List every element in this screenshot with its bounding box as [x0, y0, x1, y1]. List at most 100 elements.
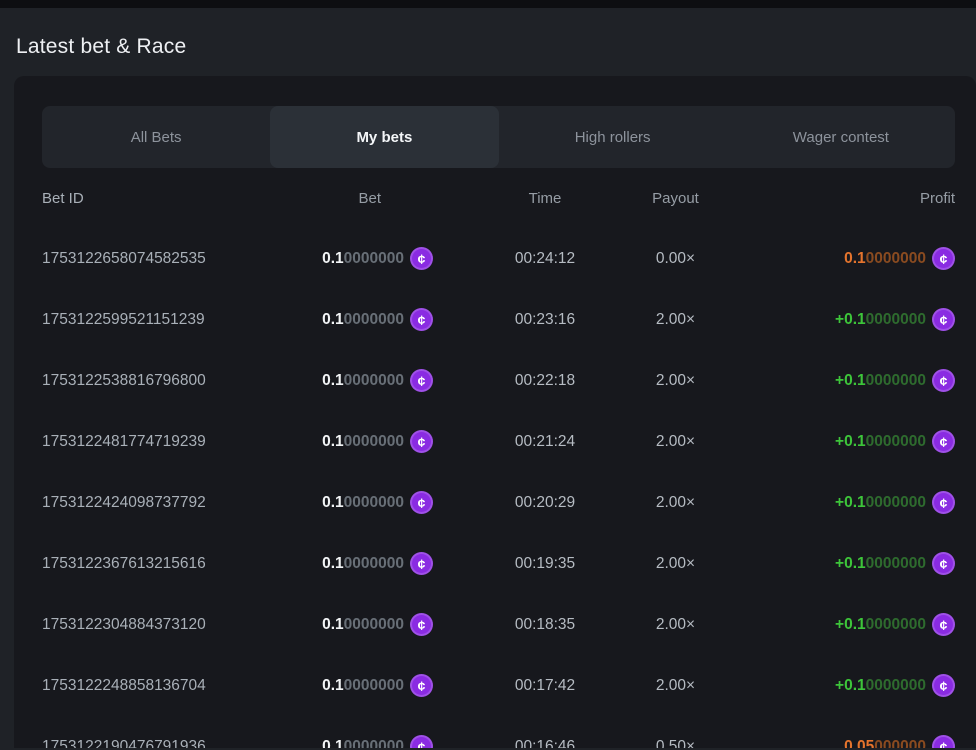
tab-wager-contest[interactable]: Wager contest [727, 106, 955, 168]
coin-icon: ¢ [932, 491, 955, 514]
bets-tab-bar: All Bets My bets High rollers Wager contest [42, 106, 955, 168]
bet-amount-cell: 0.10000000¢ [307, 430, 433, 453]
bet-amount-cell: 0.10000000¢ [307, 613, 433, 636]
bet-id-cell: 1753122538816796800 [42, 372, 307, 390]
bet-amount-significant: 0.1 [322, 677, 344, 695]
profit-zeros: 0000000 [866, 677, 926, 695]
coin-icon: ¢ [410, 613, 433, 636]
bet-id-cell: 1753122304884373120 [42, 616, 307, 634]
bet-amount-zeros: 0000000 [344, 250, 404, 268]
coin-icon: ¢ [932, 674, 955, 697]
column-header-profit: Profit [743, 190, 955, 207]
profit-significant: +0.1 [835, 311, 866, 329]
table-row[interactable]: 17531225995211512390.10000000¢00:23:162.… [42, 289, 955, 350]
profit-zeros: 0000000 [866, 250, 926, 268]
payout-cell: 2.00× [608, 555, 743, 573]
table-row[interactable]: 17531224240987377920.10000000¢00:20:292.… [42, 472, 955, 533]
time-cell: 00:19:35 [482, 555, 608, 573]
bet-id-cell: 1753122658074582535 [42, 250, 307, 268]
bet-amount-significant: 0.1 [322, 433, 344, 451]
time-cell: 00:16:46 [482, 738, 608, 749]
bet-id-cell: 1753122248858136704 [42, 677, 307, 695]
time-cell: 00:24:12 [482, 250, 608, 268]
payout-cell: 2.00× [608, 311, 743, 329]
bet-amount-zeros: 0000000 [344, 372, 404, 390]
time-cell: 00:23:16 [482, 311, 608, 329]
column-header-time: Time [482, 190, 608, 207]
bet-amount-zeros: 0000000 [344, 494, 404, 512]
page-title: Latest bet & Race [16, 35, 976, 59]
bet-amount-significant: 0.1 [322, 738, 344, 749]
profit-cell: +0.10000000¢ [743, 674, 955, 697]
table-row[interactable]: 17531221904767919360.10000000¢ 00:16:46 0.… [42, 716, 955, 748]
profit-significant: +0.1 [835, 616, 866, 634]
bet-amount-zeros: 0000000 [344, 738, 404, 749]
time-cell: 00:20:29 [482, 494, 608, 512]
payout-cell: 2.00× [608, 494, 743, 512]
profit-significant: +0.1 [835, 494, 866, 512]
tab-label: All Bets [131, 129, 182, 146]
bet-amount-significant: 0.1 [322, 494, 344, 512]
coin-icon: ¢ [932, 369, 955, 392]
coin-icon: ¢ [410, 552, 433, 575]
profit-zeros: 0000000 [866, 372, 926, 390]
payout-cell: 2.00× [608, 372, 743, 390]
profit-significant: 0.05 [844, 738, 874, 749]
time-cell: 00:17:42 [482, 677, 608, 695]
bet-amount-cell: 0.10000000 ¢ [307, 308, 433, 331]
bet-amount-zeros: 0000000 [344, 433, 404, 451]
bet-amount-cell: 0.10000000 ¢ [307, 491, 433, 514]
bet-id-cell: 1753122599521151239 [42, 311, 307, 329]
profit-zeros: 0000000 [866, 616, 926, 634]
bet-amount-cell: 0.10000000¢ [307, 674, 433, 697]
coin-icon: ¢ [932, 308, 955, 331]
tab-all-bets[interactable]: All Bets [42, 106, 270, 168]
profit-cell: +0.10000000 ¢ [743, 369, 955, 392]
latest-bets-panel: All Bets My bets High rollers Wager contest… [14, 76, 976, 748]
bet-amount-significant: 0.1 [322, 372, 344, 390]
tab-label: Wager contest [793, 129, 889, 146]
profit-significant: +0.1 [835, 433, 866, 451]
table-row[interactable]: 17531222488581367040.10000000¢00:17:422.… [42, 655, 955, 716]
bet-amount-cell: 0.10000000 ¢ [307, 369, 433, 392]
profit-zeros: 000000 [874, 738, 926, 749]
coin-icon: ¢ [410, 247, 433, 270]
bet-amount-cell: 0.10000000¢ [307, 735, 433, 748]
profit-zeros: 0000000 [866, 555, 926, 573]
profit-cell: +0.10000000 ¢ [743, 491, 955, 514]
coin-icon: ¢ [932, 247, 955, 270]
profit-zeros: 0000000 [866, 311, 926, 329]
window-top-edge [0, 0, 976, 8]
coin-icon: ¢ [410, 308, 433, 331]
profit-cell: 0.05000000¢ [743, 735, 955, 748]
bet-id-cell: 1753122424098737792 [42, 494, 307, 512]
bet-amount-cell: 0.10000000 ¢ [307, 552, 433, 575]
bet-amount-zeros: 0000000 [344, 555, 404, 573]
payout-cell: 2.00× [608, 616, 743, 634]
coin-icon: ¢ [410, 369, 433, 392]
table-row[interactable]: 17531223048843731200.10000000¢00:18:352.… [42, 594, 955, 655]
table-row[interactable]: 17531224817747192390.10000000¢00:21:242.… [42, 411, 955, 472]
profit-cell: +0.10000000¢ [743, 613, 955, 636]
coin-icon: ¢ [410, 674, 433, 697]
bet-amount-significant: 0.1 [322, 555, 344, 573]
bet-amount-significant: 0.1 [322, 616, 344, 634]
bet-id-cell: 1753122190476791936 [42, 738, 307, 749]
profit-significant: +0.1 [835, 372, 866, 390]
tab-label: High rollers [575, 129, 651, 146]
table-row[interactable]: 17531225388167968000.10000000¢00:22:182.… [42, 350, 955, 411]
table-row[interactable]: 17531226580745825350.10000000¢00:24:120.… [42, 228, 955, 289]
tab-my-bets[interactable]: My bets [270, 106, 498, 168]
time-cell: 00:21:24 [482, 433, 608, 451]
bet-amount-zeros: 0000000 [344, 311, 404, 329]
column-header-payout: Payout [608, 190, 743, 207]
bet-id-cell: 1753122481774719239 [42, 433, 307, 451]
profit-zeros: 0000000 [866, 433, 926, 451]
coin-icon: ¢ [932, 430, 955, 453]
coin-icon: ¢ [410, 491, 433, 514]
profit-zeros: 0000000 [866, 494, 926, 512]
bet-amount-significant: 0.1 [322, 311, 344, 329]
table-row[interactable]: 17531223676132156160.10000000¢00:19:352.… [42, 533, 955, 594]
column-header-bet-id: Bet ID [42, 190, 307, 207]
tab-high-rollers[interactable]: High rollers [499, 106, 727, 168]
